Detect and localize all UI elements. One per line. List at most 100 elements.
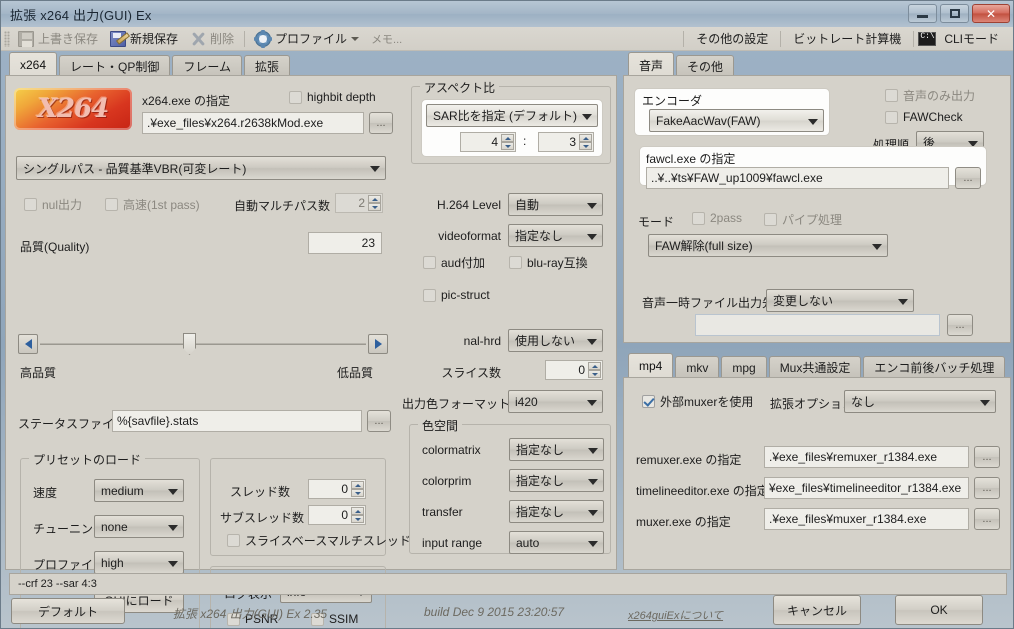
cancel-button[interactable]: キャンセル	[773, 595, 861, 625]
slices-stepper[interactable]: 0	[545, 360, 603, 380]
stats-file-browse-button[interactable]: ...	[367, 410, 391, 432]
audio-pipe-checkbox[interactable]: パイプ処理	[764, 211, 842, 228]
aspect-width-stepper[interactable]: 4	[460, 132, 516, 152]
tab-mpg-label: mpg	[732, 360, 756, 375]
external-muxer-checkbox[interactable]: 外部muxerを使用	[642, 393, 753, 410]
audio-mode-select[interactable]: FAW解除(full size)	[648, 234, 888, 257]
ok-button[interactable]: OK	[895, 595, 983, 625]
input-range-select[interactable]: auto	[509, 531, 604, 554]
preset-profile-select[interactable]: high	[94, 551, 184, 574]
aspect-mode-select[interactable]: SAR比を指定 (デフォルト)	[426, 104, 598, 127]
bluray-compat-checkbox[interactable]: blu-ray互換	[509, 254, 588, 271]
slider-right-arrow[interactable]	[368, 334, 388, 354]
audio-temp-path-input[interactable]	[695, 314, 940, 336]
aud-checkbox[interactable]: aud付加	[423, 254, 485, 271]
fawcl-exe-input[interactable]: ..¥..¥ts¥FAW_up1009¥fawcl.exe	[646, 167, 949, 189]
ext-option-select[interactable]: なし	[844, 390, 996, 413]
nul-output-checkbox[interactable]: nul出力	[24, 196, 82, 213]
stepper-up-icon[interactable]	[588, 362, 601, 370]
videoformat-select[interactable]: 指定なし	[508, 224, 603, 247]
audio-temp-browse-button[interactable]: ...	[947, 314, 973, 336]
stepper-down-icon[interactable]	[501, 142, 514, 150]
preset-speed-select[interactable]: medium	[94, 479, 184, 502]
preset-tuning-select[interactable]: none	[94, 515, 184, 538]
timelineeditor-browse-button[interactable]: ...	[974, 477, 1000, 499]
profile-menu-button[interactable]: プロファイル	[249, 29, 365, 49]
default-button[interactable]: デフォルト	[11, 598, 125, 624]
subthreads-stepper[interactable]: 0	[308, 505, 366, 525]
tab-mp4[interactable]: mp4	[628, 353, 674, 378]
audio-only-checkbox[interactable]: 音声のみ出力	[885, 87, 975, 104]
audio-temp-output-select[interactable]: 変更しない	[766, 289, 914, 312]
tab-mpg[interactable]: mpg	[721, 356, 767, 378]
stepper-up-icon[interactable]	[368, 195, 381, 203]
slice-based-mt-checkbox[interactable]: スライスベースマルチスレッド	[227, 532, 411, 549]
memo-button[interactable]: メモ...	[371, 31, 402, 47]
preset-tuning-value: none	[101, 519, 128, 534]
fast-first-pass-checkbox[interactable]: 高速(1st pass)	[105, 196, 200, 213]
remuxer-path-input[interactable]: .¥exe_files¥remuxer_r1384.exe	[764, 446, 969, 468]
stepper-up-icon[interactable]	[501, 134, 514, 142]
stepper-down-icon[interactable]	[351, 515, 364, 523]
tab-audio[interactable]: 音声	[628, 52, 675, 77]
audio-2pass-checkbox[interactable]: 2pass	[692, 211, 742, 225]
auto-multipass-stepper[interactable]: 2	[335, 193, 383, 213]
overwrite-save-button[interactable]: 上書き保存	[12, 29, 104, 49]
stepper-up-icon[interactable]	[579, 134, 592, 142]
delete-button[interactable]: 削除	[184, 29, 240, 49]
stats-file-input[interactable]: %{savfile}.stats	[112, 410, 362, 432]
threads-stepper[interactable]: 0	[308, 479, 366, 499]
stepper-up-icon[interactable]	[351, 507, 364, 515]
output-color-format-select[interactable]: i420	[508, 390, 603, 413]
other-settings-link[interactable]: その他の設定	[688, 30, 776, 47]
x264-exe-path-input[interactable]: .¥exe_files¥x264.r2638kMod.exe	[142, 112, 364, 134]
tab-frame[interactable]: フレーム	[172, 55, 243, 77]
stepper-down-icon[interactable]	[351, 489, 364, 497]
stepper-up-icon[interactable]	[351, 481, 364, 489]
tab-other[interactable]: その他	[676, 55, 735, 77]
application-window: 拡張 x264 出力(GUI) Ex ✕ 上書き保存 新規保存 削除 プロファイ…	[0, 0, 1014, 629]
slider-left-arrow[interactable]	[18, 334, 38, 354]
tab-rate-qp[interactable]: レート・QP制御	[59, 55, 171, 77]
quality-input[interactable]: 23	[308, 232, 382, 254]
maximize-button[interactable]	[940, 4, 969, 23]
tab-mkv[interactable]: mkv	[675, 356, 720, 378]
fawcl-exe-browse-button[interactable]: ...	[955, 167, 981, 189]
slider-track[interactable]	[40, 343, 366, 345]
transfer-select[interactable]: 指定なし	[509, 500, 604, 523]
stepper-down-icon[interactable]	[368, 203, 381, 211]
pic-struct-checkbox[interactable]: pic-struct	[423, 288, 490, 302]
tab-mux-common[interactable]: Mux共通設定	[768, 356, 862, 378]
tab-batch[interactable]: エンコ前後バッチ処理	[863, 356, 1006, 378]
colormatrix-select[interactable]: 指定なし	[509, 438, 604, 461]
muxer-browse-button[interactable]: ...	[974, 508, 1000, 530]
about-link[interactable]: x264guiExについて	[628, 607, 723, 623]
close-button[interactable]: ✕	[972, 4, 1010, 23]
nal-hrd-select[interactable]: 使用しない	[508, 329, 603, 352]
timelineeditor-path-input[interactable]: ¥exe_files¥timelineeditor_r1384.exe	[764, 477, 969, 499]
transfer-value: 指定なし	[516, 505, 565, 519]
preset-speed-label: 速度	[33, 486, 58, 500]
slice-based-mt-label: スライスベースマルチスレッド	[245, 534, 411, 548]
audio-encoder-select[interactable]: FakeAacWav(FAW)	[649, 109, 824, 132]
bitrate-calculator-link[interactable]: ビットレート計算機	[785, 30, 909, 47]
encode-mode-select[interactable]: シングルパス - 品質基準VBR(可変レート)	[16, 156, 386, 180]
highbit-depth-checkbox[interactable]: highbit depth	[289, 90, 376, 104]
aspect-height-stepper[interactable]: 3	[538, 132, 594, 152]
tab-extend[interactable]: 拡張	[244, 55, 291, 77]
cli-mode-link[interactable]: CLIモード	[936, 30, 1007, 47]
remuxer-browse-button[interactable]: ...	[974, 446, 1000, 468]
quality-slider[interactable]	[18, 333, 388, 355]
h264-level-select[interactable]: 自動	[508, 193, 603, 216]
slider-thumb[interactable]	[183, 333, 196, 355]
tab-x264[interactable]: x264	[9, 52, 58, 77]
new-save-button[interactable]: 新規保存	[104, 29, 184, 49]
x264-exe-browse-button[interactable]: ...	[369, 112, 393, 134]
colorprim-select[interactable]: 指定なし	[509, 469, 604, 492]
minimize-button[interactable]	[908, 4, 937, 23]
toolbar-grip[interactable]	[4, 30, 10, 47]
muxer-path-input[interactable]: .¥exe_files¥muxer_r1384.exe	[764, 508, 969, 530]
stepper-down-icon[interactable]	[588, 370, 601, 378]
fawcheck-checkbox[interactable]: FAWCheck	[885, 110, 963, 124]
stepper-down-icon[interactable]	[579, 142, 592, 150]
